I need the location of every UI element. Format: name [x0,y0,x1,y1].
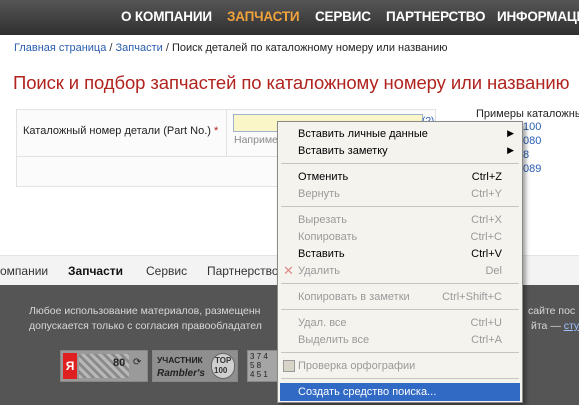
menu-item-label: Вставить личные данные [298,128,428,140]
counter-stat-3: 4 5 1 [250,370,268,379]
examples-title: Примеры каталожных [476,108,579,120]
menu-item-label: Вставить заметку [298,145,388,157]
nav-parts[interactable]: ЗАПЧАСТИ [227,9,300,24]
breadcrumb-home[interactable]: Главная страница [14,42,106,54]
part-number-label: Каталожный номер детали (Part No.) * [23,125,218,137]
menu-item-label: Вырезать [298,214,347,226]
menu-shortcut: Ctrl+V [471,248,502,260]
menu-item-delete[interactable]: ✕ Удалить Del [280,262,520,280]
menu-separator [281,352,519,353]
input-hint: Наприме [234,134,278,146]
menu-shortcut: Ctrl+Shift+C [442,291,502,303]
nav-service[interactable]: СЕРВИС [315,9,371,24]
menu-shortcut: Ctrl+X [471,214,502,226]
breadcrumb-current: Поиск деталей по каталожному номеру или … [171,42,448,54]
menu-item-label: Проверка орфографии [298,360,416,372]
menu-item-clear-all[interactable]: Удал. все Ctrl+U [280,314,520,332]
top-navigation: О КОМПАНИИ ЗАПЧАСТИ СЕРВИС ПАРТНЕРСТВО И… [0,0,579,35]
footer-right-line1: сайте пос [528,305,576,317]
counter-stat-2: 5 8 [250,361,262,370]
context-menu: Вставить личные данные ▶ Вставить заметк… [277,121,523,403]
menu-item-label: Удалить [298,265,340,277]
counter-stat-1: 3 7 4 [250,352,268,361]
submenu-arrow-icon: ▶ [507,145,514,155]
breadcrumb-parts[interactable]: Запчасти [116,42,163,54]
menu-item-insert-note[interactable]: Вставить заметку ▶ [280,142,520,160]
menu-shortcut: Ctrl+U [470,317,502,329]
footer-text-line2: допускается только с согласия правооблад… [29,320,262,332]
delete-icon: ✕ [283,263,294,278]
page-title: Поиск и подбор запчастей по каталожному … [13,72,570,93]
menu-item-label: Удал. все [298,317,347,329]
bottom-nav-partnership[interactable]: Партнерство [207,264,279,278]
menu-item-label: Выделить все [298,334,370,346]
menu-item-copy[interactable]: Копировать Ctrl+C [280,228,520,246]
bottom-nav-parts[interactable]: Запчасти [68,264,123,278]
breadcrumb-sep: / [165,42,169,54]
yandex-counter[interactable]: Я 80 ⟳ [60,350,148,382]
breadcrumb: Главная страница / Запчасти / Поиск дета… [14,42,447,54]
footer-studio-link[interactable]: сту [564,320,579,332]
yandex-icon: Я [63,353,77,379]
bottom-nav-service[interactable]: Сервис [146,264,187,278]
menu-shortcut: Del [485,265,502,277]
footer-right-line2: йта — сту [531,320,579,332]
rambler-name: Rambler's [157,368,205,379]
breadcrumb-sep: / [109,42,113,54]
menu-shortcut: Ctrl+C [470,231,502,243]
rambler-top-badge: TOP 100 [211,353,235,379]
menu-item-paste[interactable]: Вставить Ctrl+V [280,245,520,263]
nav-info[interactable]: ИНФОРМАЦИ [497,9,579,24]
example-link[interactable]: 100 [523,121,541,133]
menu-shortcut: Ctrl+Y [471,188,502,200]
menu-item-undo[interactable]: Отменить Ctrl+Z [280,168,520,186]
example-link[interactable]: 080 [523,135,541,147]
nav-partnership[interactable]: ПАРТНЕРСТВО [386,9,486,24]
footer-text-line1: Любое использование материалов, размещен… [29,305,261,317]
counter-value: 80 [113,357,126,369]
menu-separator [281,206,519,207]
menu-item-cut[interactable]: Вырезать Ctrl+X [280,211,520,229]
rambler-top-num: 100 [214,366,228,375]
menu-item-label: Копировать [298,231,358,243]
required-mark: * [214,125,219,137]
menu-item-insert-personal-data[interactable]: Вставить личные данные ▶ [280,125,520,143]
rambler-counter[interactable]: УЧАСТНИК Rambler's TOP 100 [152,350,238,382]
part-number-label-text: Каталожный номер детали (Part No.) [23,125,211,137]
form-divider [226,109,227,156]
menu-item-label: Отменить [298,171,349,183]
menu-separator [281,309,519,310]
menu-item-label: Копировать в заметки [298,291,410,303]
example-link[interactable]: 089 [523,163,541,175]
footer-right-text: йта — [531,320,561,332]
menu-shortcut: Ctrl+A [471,334,502,346]
menu-item-select-all[interactable]: Выделить все Ctrl+A [280,331,520,349]
menu-item-label: Создать средство поиска... [298,386,437,398]
menu-item-copy-to-notes[interactable]: Копировать в заметки Ctrl+Shift+C [280,288,520,306]
menu-item-label: Вставить [298,248,345,260]
menu-separator [281,378,519,379]
rambler-top: TOP [215,356,232,365]
menu-shortcut: Ctrl+Z [471,171,502,183]
menu-separator [281,163,519,164]
spellcheck-icon [283,360,295,372]
rambler-participant: УЧАСТНИК [157,355,203,365]
bottom-nav-company[interactable]: омпании [0,264,48,278]
menu-item-label: Вернуть [298,188,340,200]
menu-item-redo[interactable]: Вернуть Ctrl+Y [280,185,520,203]
menu-separator [281,283,519,284]
menu-item-create-search-engine[interactable]: Создать средство поиска... [280,383,520,401]
liveinternet-counter[interactable]: 3 7 4 5 8 4 5 1 [247,350,279,382]
nav-company[interactable]: О КОМПАНИИ [121,9,212,24]
example-link[interactable]: 8 [523,149,529,161]
refresh-icon: ⟳ [133,357,142,368]
menu-item-spell-check[interactable]: Проверка орфографии [280,357,520,375]
submenu-arrow-icon: ▶ [507,128,514,138]
